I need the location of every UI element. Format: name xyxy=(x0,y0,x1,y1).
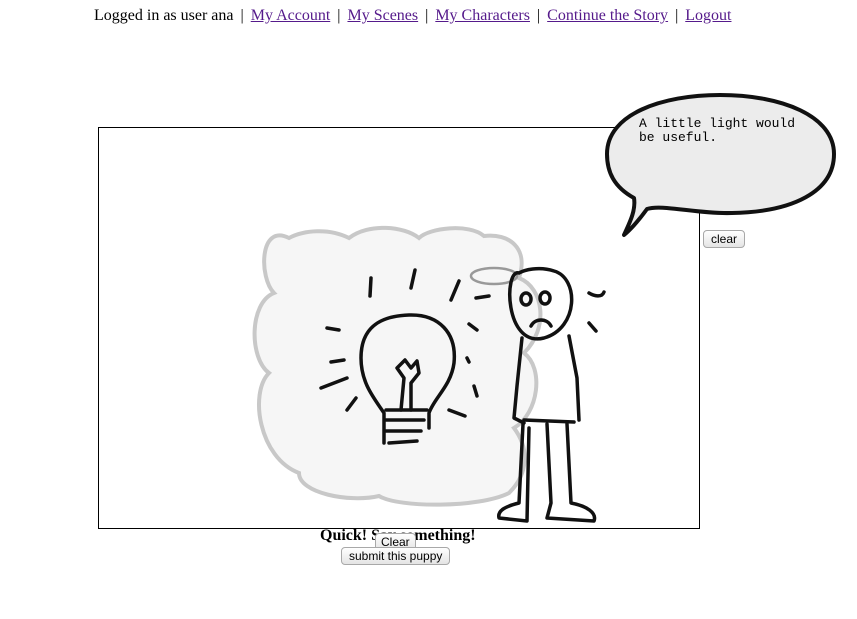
nav-separator: | xyxy=(240,7,244,24)
nav-separator: | xyxy=(425,7,429,24)
nav-separator: | xyxy=(337,7,341,24)
speech-bubble-text[interactable]: A little light would be useful. xyxy=(639,117,809,145)
submit-button[interactable]: submit this puppy xyxy=(341,547,451,565)
nav-separator: | xyxy=(675,7,679,24)
nav-link-my-scenes[interactable]: My Scenes xyxy=(347,7,418,24)
logged-in-text: Logged in as user ana xyxy=(94,7,234,24)
clear-bubble-button[interactable]: clear xyxy=(703,230,746,248)
nav-link-my-characters[interactable]: My Characters xyxy=(435,7,530,24)
speech-bubble: A little light would be useful. xyxy=(602,92,838,240)
nav-link-logout[interactable]: Logout xyxy=(685,7,731,24)
speech-bubble-shape xyxy=(605,93,836,237)
top-nav: Logged in as user ana | My Account | My … xyxy=(94,7,731,25)
nav-link-my-account[interactable]: My Account xyxy=(251,7,331,24)
nav-link-continue-story[interactable]: Continue the Story xyxy=(547,7,668,24)
nav-separator: | xyxy=(536,7,541,24)
